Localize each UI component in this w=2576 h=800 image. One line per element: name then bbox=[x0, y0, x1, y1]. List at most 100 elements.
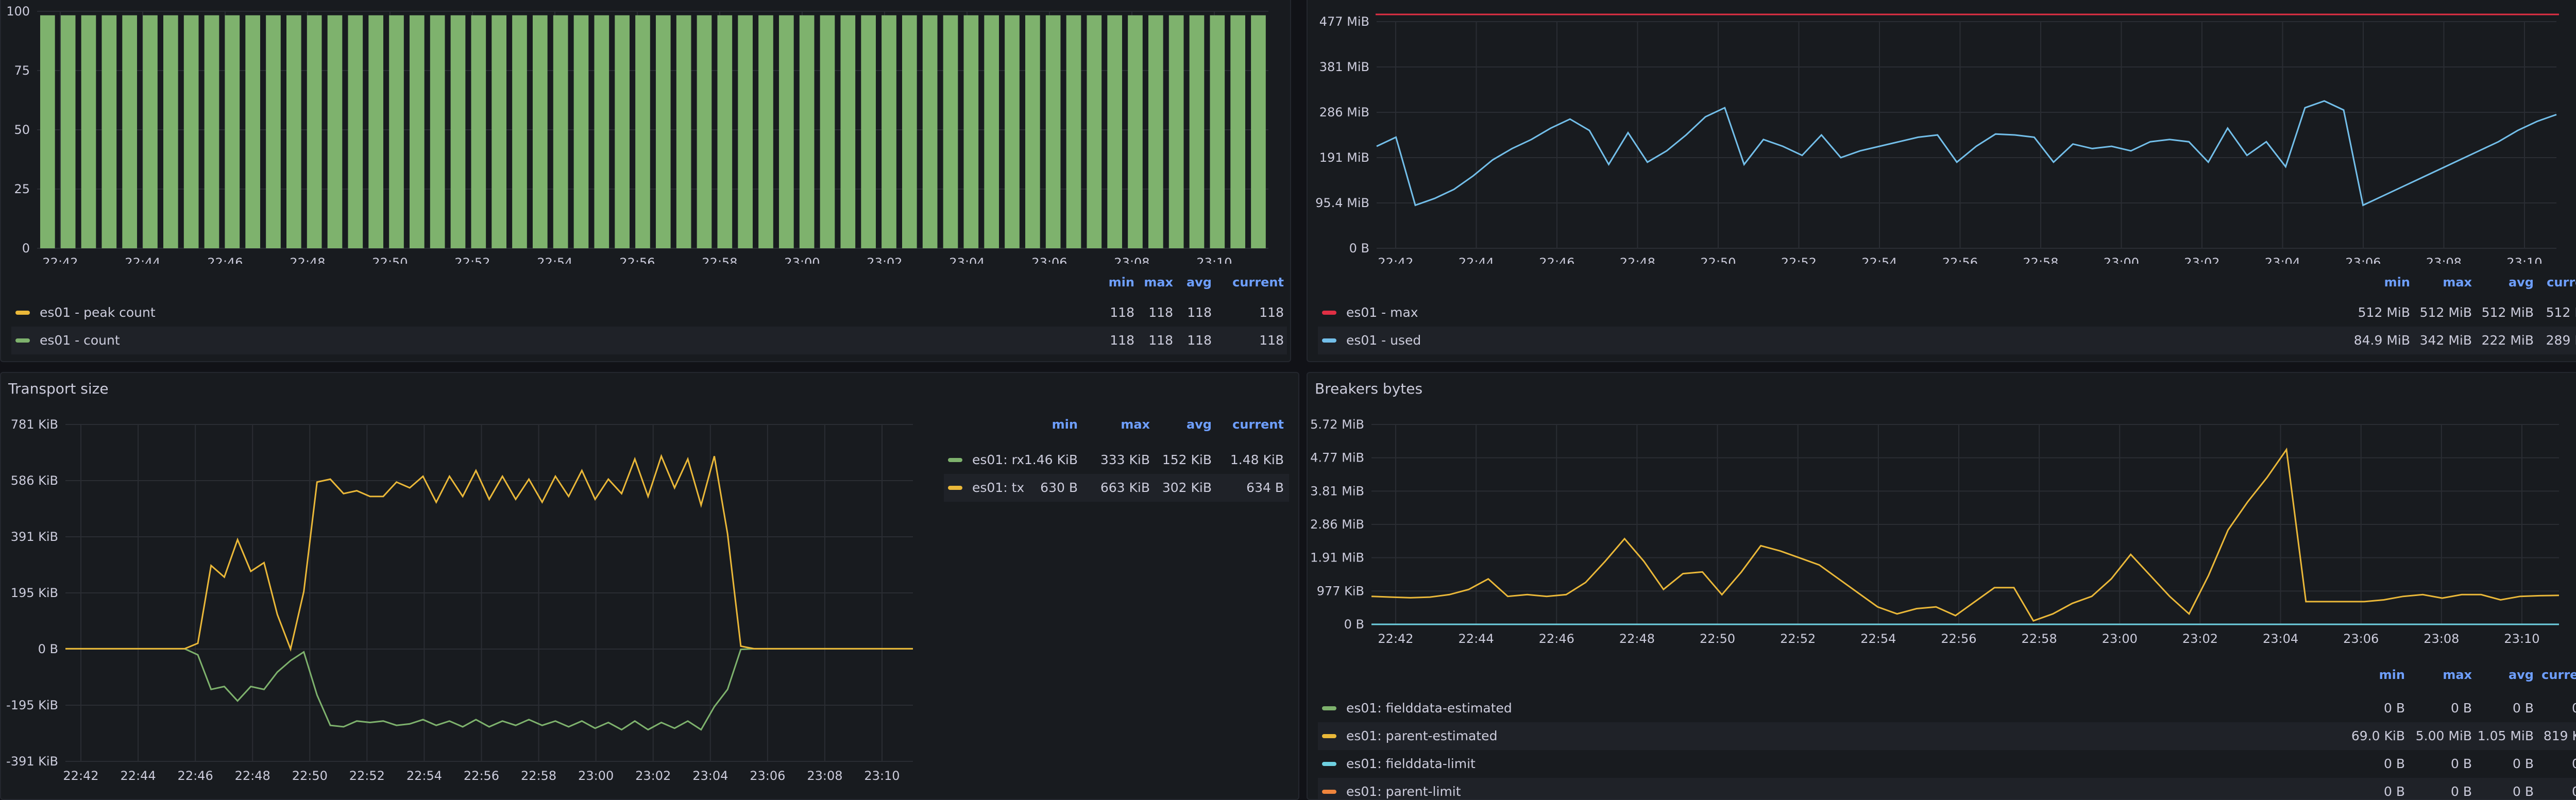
bar bbox=[778, 15, 794, 249]
x-tick-label: 22:48 bbox=[235, 769, 270, 783]
y-tick-label: 381 MiB bbox=[1319, 60, 1369, 74]
legend-current-value: 289 MiB bbox=[2546, 333, 2576, 348]
legend-header-max[interactable]: max bbox=[1078, 417, 1150, 432]
y-tick-label: 0 bbox=[22, 241, 30, 256]
legend-row[interactable]: es01: tx 630 B 663 KiB 302 KiB 634 B bbox=[944, 474, 1289, 502]
y-tick-label: 191 MiB bbox=[1319, 150, 1369, 165]
legend-color-swatch[interactable] bbox=[15, 338, 30, 343]
x-tick-label: 23:10 bbox=[2506, 256, 2542, 264]
peak-count-legend: min max avg current es01 - peak count 118 118 1… bbox=[11, 269, 1287, 356]
x-tick-label: 23:10 bbox=[864, 769, 900, 783]
x-tick-label: 23:06 bbox=[2345, 256, 2381, 264]
bar bbox=[861, 15, 876, 249]
legend-header-current[interactable]: current bbox=[2526, 275, 2576, 290]
breakers-bytes-legend: minmaxavgcurrentes01: fielddata-estimate… bbox=[1318, 661, 2576, 799]
legend-color-swatch[interactable] bbox=[948, 458, 962, 462]
bar bbox=[1107, 15, 1122, 249]
bar bbox=[1230, 15, 1245, 249]
legend-header-avg[interactable]: avg bbox=[2462, 275, 2534, 290]
bar-series bbox=[40, 15, 1266, 249]
bar bbox=[40, 15, 55, 249]
y-tick-label: 75 bbox=[14, 63, 30, 78]
legend-row[interactable]: es01: parent-limit0 B0 B0 B0 B bbox=[1318, 778, 2576, 799]
x-tick-label: 23:04 bbox=[2263, 632, 2298, 646]
y-tick-label: 4.77 MiB bbox=[1310, 451, 1364, 465]
legend-row[interactable]: es01: parent-estimated 69.0 KiB 5.00 MiB 1.… bbox=[1318, 722, 2576, 750]
bar bbox=[225, 15, 240, 249]
x-tick-label: 22:44 bbox=[1459, 632, 1494, 646]
y-tick-label: 391 KiB bbox=[11, 530, 58, 544]
legend-header-avg[interactable]: avg bbox=[1140, 417, 1212, 432]
bar bbox=[532, 15, 548, 249]
x-tick-label: 22:42 bbox=[1378, 632, 1413, 646]
bar bbox=[143, 15, 158, 249]
legend-series-name[interactable]: es01 - peak count bbox=[40, 305, 156, 320]
legend-header-current[interactable]: current bbox=[2521, 668, 2576, 682]
bar bbox=[307, 15, 322, 249]
series-line bbox=[65, 648, 913, 731]
bar bbox=[163, 15, 178, 249]
x-tick-label: 22:54 bbox=[1860, 632, 1896, 646]
legend-series-name[interactable]: es01: fielddata-estimated bbox=[1346, 701, 1512, 716]
legend-row[interactable]: es01: rx 1.46 KiB 333 KiB 152 KiB 1.48 KiB bbox=[944, 446, 1289, 474]
bar bbox=[902, 15, 917, 249]
legend-color-swatch[interactable] bbox=[1322, 706, 1336, 710]
bar bbox=[81, 15, 96, 249]
legend-row[interactable]: es01: fielddata-limit0 B0 B0 B0 B bbox=[1318, 750, 2576, 778]
legend-header-min[interactable]: min bbox=[2338, 275, 2410, 290]
legend-color-swatch[interactable] bbox=[1322, 338, 1336, 343]
legend-row[interactable]: es01 - peak count 118 118 118 118 bbox=[11, 299, 1287, 327]
bar bbox=[1251, 15, 1266, 249]
bar bbox=[963, 15, 979, 249]
legend-current-value: 0 B bbox=[2490, 756, 2576, 771]
legend-series-name[interactable]: es01 - used bbox=[1346, 333, 1421, 348]
bar bbox=[738, 15, 753, 249]
bar bbox=[60, 15, 76, 249]
legend-row[interactable]: es01 - used84.9 MiB342 MiB222 MiB289 MiB bbox=[1318, 327, 2576, 354]
bar bbox=[655, 15, 671, 249]
legend-color-swatch[interactable] bbox=[1322, 311, 1336, 315]
bar bbox=[594, 15, 609, 249]
x-tick-label: 22:48 bbox=[1619, 632, 1655, 646]
legend-series-name[interactable]: es01: parent-limit bbox=[1346, 784, 1461, 799]
bar bbox=[1005, 15, 1020, 249]
legend-row[interactable]: es01: fielddata-estimated0 B0 B0 B0 B bbox=[1318, 694, 2576, 722]
legend-row[interactable]: es01 - count 118 118 118 118 bbox=[11, 327, 1287, 354]
legend-row[interactable]: es01 - max512 MiB512 MiB512 MiB512 MiB bbox=[1318, 299, 2576, 327]
x-tick-label: 22:58 bbox=[702, 256, 737, 264]
x-tick-label: 23:06 bbox=[1031, 256, 1067, 264]
panel-heap-memory: 0 B 95.4 MiB 191 MiB 286 MiB 381 MiB 477 MiB 2… bbox=[1307, 0, 2576, 362]
bar bbox=[717, 15, 733, 249]
legend-series-name[interactable]: es01 - max bbox=[1346, 305, 1418, 320]
bar bbox=[122, 15, 137, 249]
legend-color-swatch[interactable] bbox=[948, 486, 962, 490]
legend-header-max[interactable]: max bbox=[2400, 275, 2472, 290]
y-tick-label: 477 MiB bbox=[1319, 14, 1369, 29]
legend-header-current[interactable]: current bbox=[1212, 417, 1284, 432]
bar bbox=[840, 15, 856, 249]
y-tick-label: 0 B bbox=[1344, 617, 1364, 632]
legend-header-min[interactable]: min bbox=[1006, 417, 1078, 432]
legend-series-name[interactable]: es01: parent-estimated bbox=[1346, 728, 1497, 743]
legend-color-swatch[interactable] bbox=[1322, 762, 1336, 766]
legend-color-swatch[interactable] bbox=[1322, 734, 1336, 738]
y-tick-label: 95.4 MiB bbox=[1315, 196, 1369, 210]
legend-current-value: 634 B bbox=[1246, 480, 1284, 495]
panel-peak-count: 0 25 50 75 100 22:42 22:44 22:46 22:48 22:50 22:52… bbox=[0, 0, 1291, 362]
legend-series-name[interactable]: es01: fielddata-limit bbox=[1346, 756, 1476, 771]
panel-breakers-bytes: Breakers bytes 0 B 977 KiB 1.91 MiB 2.86 Mi… bbox=[1307, 372, 2576, 800]
legend-series-name[interactable]: es01 - count bbox=[40, 333, 120, 348]
x-tick-label: 22:46 bbox=[178, 769, 213, 783]
x-tick-label: 23:02 bbox=[867, 256, 902, 264]
legend-header-max[interactable]: max bbox=[2400, 668, 2472, 682]
legend-header-min[interactable]: min bbox=[2333, 668, 2405, 682]
legend-color-swatch[interactable] bbox=[15, 311, 30, 315]
x-tick-label: 22:56 bbox=[1941, 632, 1976, 646]
bar bbox=[820, 15, 835, 249]
x-tick-label: 23:10 bbox=[2504, 632, 2539, 646]
x-tick-label: 22:46 bbox=[1539, 256, 1574, 264]
legend-header-avg[interactable]: avg bbox=[1140, 275, 1212, 290]
legend-color-swatch[interactable] bbox=[1322, 790, 1336, 794]
legend-header-current[interactable]: current bbox=[1212, 275, 1284, 290]
bar bbox=[615, 15, 630, 249]
